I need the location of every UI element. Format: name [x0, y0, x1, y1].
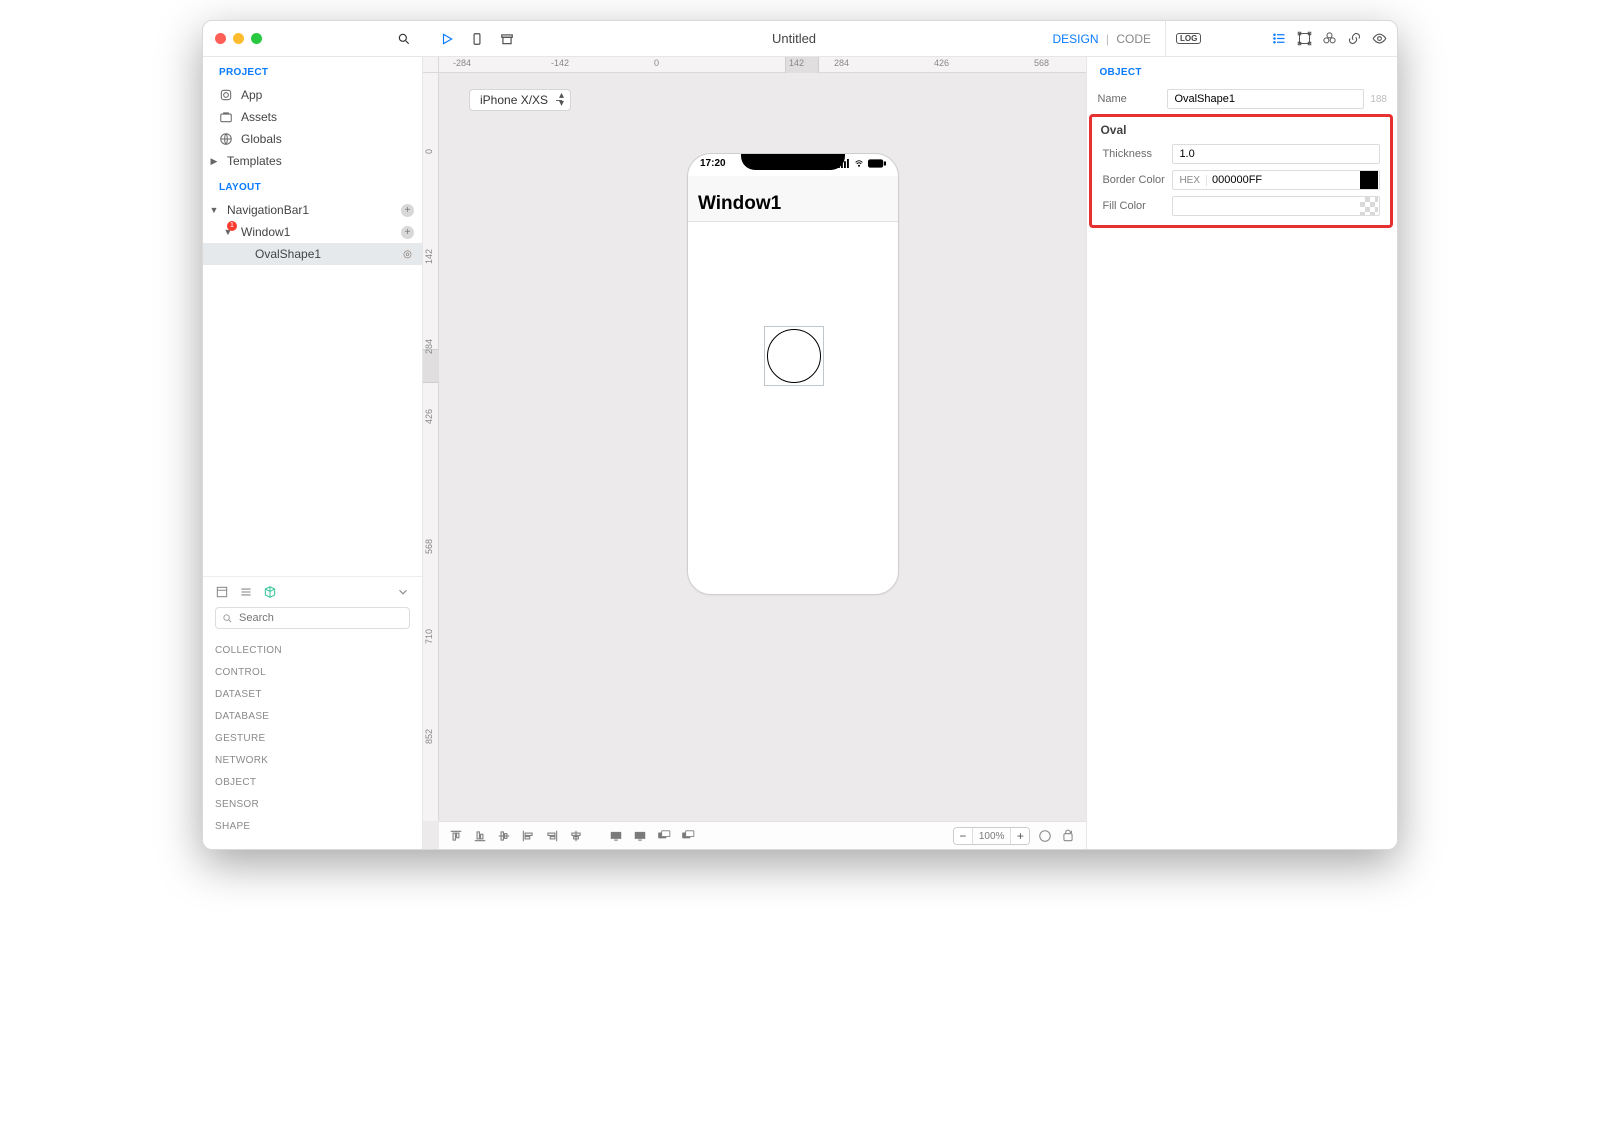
- fill-hex-input[interactable]: [1173, 200, 1359, 212]
- name-label: Name: [1097, 93, 1161, 105]
- screen2-icon[interactable]: [633, 829, 647, 843]
- left-sidebar: PROJECT App Assets Globals ▶Templates LA…: [203, 57, 423, 849]
- window-header: Window1: [688, 176, 898, 222]
- border-color-field[interactable]: HEX: [1172, 170, 1380, 190]
- mode-tabs: DESIGN | CODE: [1053, 32, 1166, 46]
- document-title: Untitled: [772, 31, 816, 46]
- battery-icon: [868, 159, 886, 168]
- link-icon[interactable]: [1347, 31, 1362, 46]
- device-preview: 17:20 Window1: [687, 153, 899, 595]
- cat-collection[interactable]: COLLECTION: [215, 639, 410, 661]
- align-hcenter-icon[interactable]: [569, 829, 583, 843]
- device-icon[interactable]: [469, 32, 485, 46]
- device-selector[interactable]: iPhone X/XS ▴▾: [469, 89, 571, 111]
- sidebar-item-assets[interactable]: Assets: [203, 106, 422, 128]
- highlighted-region: Oval Thickness Border Color HEX Fill Col…: [1089, 114, 1393, 228]
- canvas[interactable]: -284 -142 0 142 284 426 568 710 0 142 28…: [423, 57, 1086, 849]
- cat-object[interactable]: OBJECT: [215, 771, 410, 793]
- zoom-out-button[interactable]: −: [954, 828, 972, 844]
- shape-type-label: Oval: [1092, 117, 1390, 141]
- fit-icon[interactable]: [1038, 829, 1052, 843]
- wifi-icon: [853, 159, 865, 168]
- align-right-icon[interactable]: [545, 829, 559, 843]
- titlebar: Untitled DESIGN | CODE LOG: [203, 21, 1397, 57]
- eye-icon[interactable]: [1372, 31, 1387, 46]
- thickness-input[interactable]: [1172, 144, 1380, 164]
- cat-control[interactable]: CONTROL: [215, 661, 410, 683]
- target-icon[interactable]: ◎: [401, 248, 414, 261]
- sidebar-item-app[interactable]: App: [203, 84, 422, 106]
- bounds-icon[interactable]: [1297, 31, 1312, 46]
- chevron-down-icon[interactable]: [396, 585, 410, 599]
- horizontal-ruler: -284 -142 0 142 284 426 568 710: [439, 57, 1086, 73]
- cat-network[interactable]: NETWORK: [215, 749, 410, 771]
- screens-stack2-icon[interactable]: [681, 829, 695, 843]
- cat-gesture[interactable]: GESTURE: [215, 727, 410, 749]
- status-bar: 17:20: [700, 158, 886, 169]
- inspector-section-label: OBJECT: [1087, 57, 1397, 86]
- panel-tab-layout-icon[interactable]: [215, 585, 229, 599]
- zoom-in-button[interactable]: +: [1011, 828, 1029, 844]
- search-icon[interactable]: [397, 32, 411, 46]
- zoom-value: 100%: [972, 828, 1012, 844]
- border-swatch[interactable]: [1360, 171, 1378, 189]
- oval-shape: [767, 329, 821, 383]
- zoom-control: − 100% +: [953, 827, 1031, 845]
- sidebar-item-templates[interactable]: ▶Templates: [203, 150, 422, 172]
- search-icon: [222, 613, 233, 624]
- library-search[interactable]: [215, 607, 410, 629]
- archive-icon[interactable]: [499, 32, 515, 46]
- signal-icon: [838, 159, 850, 168]
- tree-window[interactable]: ▼Window1+: [203, 221, 422, 243]
- align-left-icon[interactable]: [521, 829, 535, 843]
- project-section-label: PROJECT: [203, 57, 422, 84]
- border-color-label: Border Color: [1102, 174, 1166, 186]
- sidebar-item-globals[interactable]: Globals: [203, 128, 422, 150]
- border-hex-input[interactable]: [1207, 174, 1359, 186]
- ruler-corner: [423, 57, 439, 73]
- tree-ovalshape[interactable]: OvalShape1◎: [203, 243, 422, 265]
- cat-database[interactable]: DATABASE: [215, 705, 410, 727]
- play-icon[interactable]: [439, 32, 455, 46]
- align-vcenter-icon[interactable]: [497, 829, 511, 843]
- cat-sensor[interactable]: SENSOR: [215, 793, 410, 815]
- app-window: Untitled DESIGN | CODE LOG PROJECT App: [202, 20, 1398, 850]
- library-search-input[interactable]: [239, 612, 403, 624]
- traffic-lights: [203, 21, 263, 56]
- list-icon[interactable]: [1272, 31, 1287, 46]
- zoom-dot[interactable]: [251, 33, 262, 44]
- name-input[interactable]: [1167, 89, 1364, 109]
- flower-icon[interactable]: [1322, 31, 1337, 46]
- fill-swatch[interactable]: [1360, 197, 1378, 215]
- screen1-icon[interactable]: [609, 829, 623, 843]
- align-top-icon[interactable]: [449, 829, 463, 843]
- status-time: 17:20: [700, 158, 726, 169]
- tab-design[interactable]: DESIGN: [1053, 32, 1099, 46]
- thickness-label: Thickness: [1102, 148, 1166, 160]
- add-icon[interactable]: +: [401, 226, 414, 239]
- object-id: 188: [1370, 94, 1387, 105]
- fill-color-label: Fill Color: [1102, 200, 1166, 212]
- cat-dataset[interactable]: DATASET: [215, 683, 410, 705]
- close-dot[interactable]: [215, 33, 226, 44]
- vertical-ruler: 0 142 284 426 568 710 852: [423, 73, 439, 821]
- panel-tab-3d-icon[interactable]: [263, 585, 277, 599]
- rotate-icon[interactable]: [1060, 829, 1076, 843]
- panel-tab-list-icon[interactable]: [239, 585, 253, 599]
- fill-color-field[interactable]: [1172, 196, 1380, 216]
- minimize-dot[interactable]: [233, 33, 244, 44]
- screens-stack-icon[interactable]: [657, 829, 671, 843]
- log-badge[interactable]: LOG: [1176, 33, 1201, 44]
- tree-navigationbar[interactable]: ▼NavigationBar1+: [203, 199, 422, 221]
- canvas-footer: − 100% +: [439, 821, 1086, 849]
- align-bottom-icon[interactable]: [473, 829, 487, 843]
- add-icon[interactable]: +: [401, 204, 414, 217]
- cat-shape[interactable]: SHAPE: [215, 815, 410, 837]
- tab-code[interactable]: CODE: [1116, 32, 1151, 46]
- layout-section-label: LAYOUT: [203, 172, 422, 199]
- inspector-panel: OBJECT Name 188 Oval Thickness Border Co…: [1086, 57, 1397, 849]
- selected-oval[interactable]: [764, 326, 824, 386]
